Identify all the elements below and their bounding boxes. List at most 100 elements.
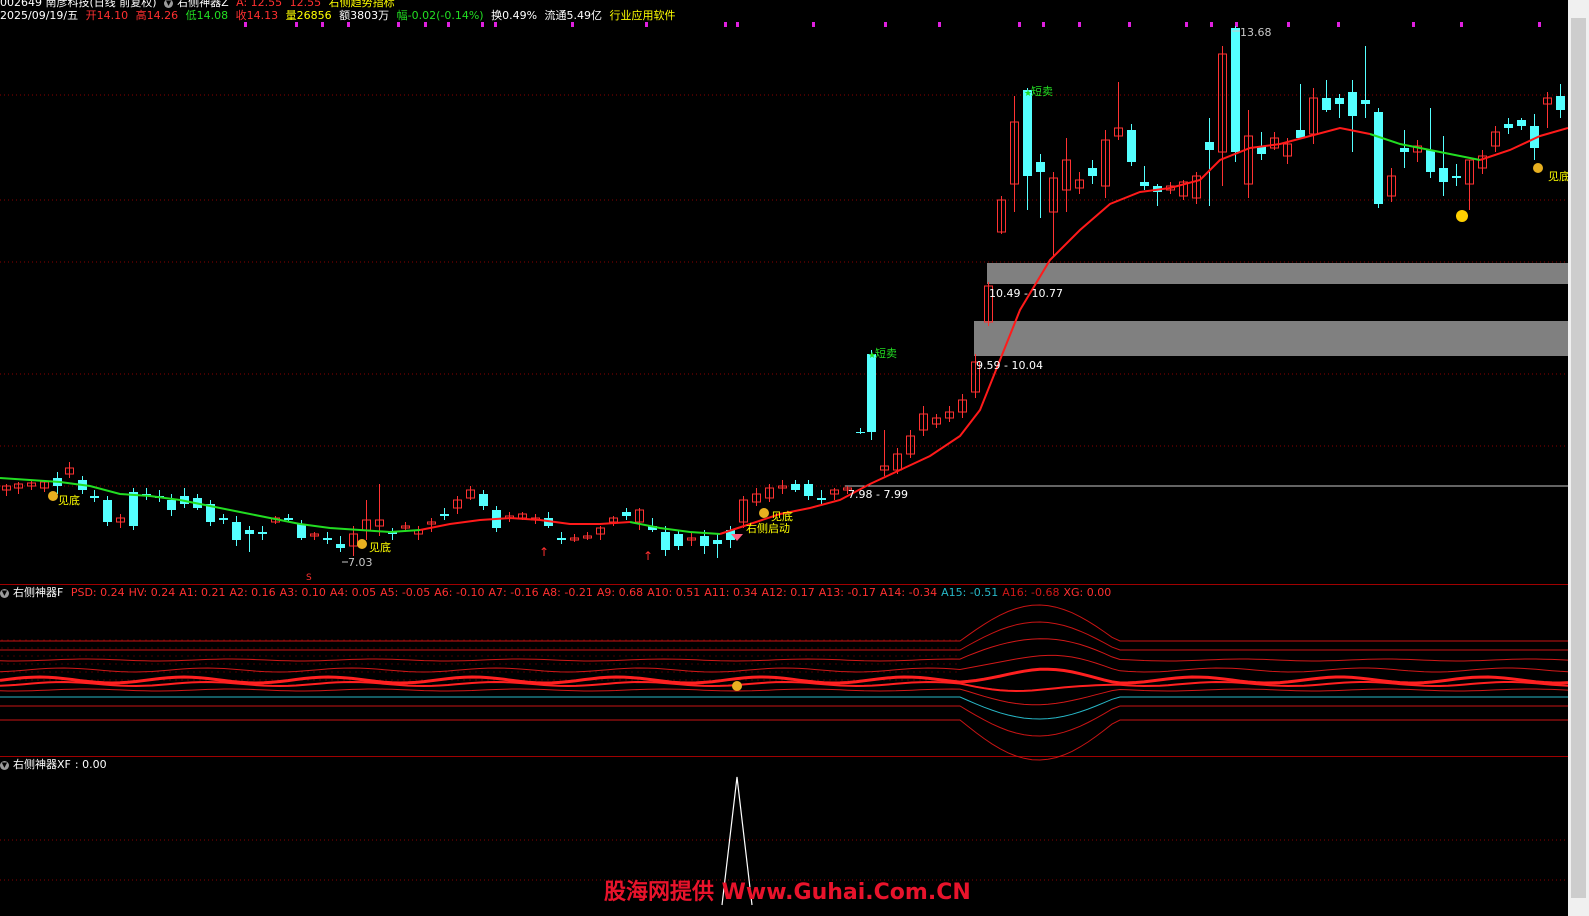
candle-body-22 bbox=[284, 518, 293, 520]
close-value: 收14.13 bbox=[235, 9, 279, 22]
candle-body-25 bbox=[323, 538, 332, 540]
candle-body-84 bbox=[1088, 168, 1097, 176]
magenta-marker-9 bbox=[571, 22, 574, 27]
f-panel-value-11: A10: 0.51 bbox=[647, 586, 701, 599]
candle-body-108 bbox=[1400, 148, 1409, 152]
f-panel-value-8: A7: -0.16 bbox=[488, 586, 539, 599]
short-sell-label-1: 短卖 bbox=[1031, 85, 1053, 98]
date-label: 2025/09/19/五 bbox=[0, 9, 79, 22]
candle-body-10 bbox=[129, 492, 138, 526]
candle-body-52 bbox=[674, 534, 683, 546]
xf-panel-menu-icon[interactable]: ▼ bbox=[0, 760, 9, 770]
f-panel-value-10: A9: 0.68 bbox=[596, 586, 644, 599]
f-panel-value-4: A3: 0.10 bbox=[279, 586, 326, 599]
chart-stage[interactable]: ★ ★ ↑ ↑ 002649 南彦科技(日线 前复权) ▼ 右侧神器Z A: 12.55… bbox=[0, 0, 1570, 916]
candle-body-112 bbox=[1452, 176, 1461, 178]
candle-body-102 bbox=[1322, 98, 1331, 110]
f-panel-value-1: HV: 0.24 bbox=[128, 586, 176, 599]
candle-body-105 bbox=[1361, 100, 1370, 104]
magenta-marker-27 bbox=[1538, 22, 1541, 27]
industry-link[interactable]: 行业应用软件 bbox=[610, 9, 676, 22]
ma-line-green-2 bbox=[629, 521, 721, 535]
high-value: 高14.26 bbox=[135, 9, 179, 22]
f-panel-value-16: A15: -0.51 bbox=[941, 586, 999, 599]
f-band-upper-3 bbox=[0, 654, 1568, 673]
ma-line-green-3 bbox=[1369, 133, 1481, 161]
candle-body-104 bbox=[1348, 92, 1357, 116]
magenta-marker-3 bbox=[347, 22, 350, 27]
money-bag-icon-4 bbox=[732, 681, 742, 691]
f-panel-value-7: A6: -0.10 bbox=[434, 586, 485, 599]
change-value: 幅-0.02(-0.14%) bbox=[396, 9, 484, 22]
f-panel-header: ▼ 右侧神器F PSD: 0.24 HV: 0.24 A1: 0.21 A2: 0.16… bbox=[0, 586, 1119, 599]
f-panel-value-3: A2: 0.16 bbox=[229, 586, 276, 599]
f-panel-value-17: A16: -0.68 bbox=[1002, 586, 1060, 599]
candle-body-43 bbox=[557, 538, 566, 540]
chart-canvas[interactable]: ★★↑ ↑ bbox=[0, 0, 1568, 916]
vertical-scrollbar[interactable] bbox=[1568, 0, 1589, 916]
candle-body-80 bbox=[1036, 162, 1045, 172]
magenta-marker-4 bbox=[397, 22, 400, 27]
magenta-marker-2 bbox=[321, 22, 324, 27]
magenta-marker-14 bbox=[884, 22, 887, 27]
header-line-1: 002649 南彦科技(日线 前复权) ▼ 右侧神器Z A: 12.55 12.5… bbox=[0, 0, 399, 9]
candle-body-95 bbox=[1231, 28, 1240, 152]
magenta-marker-6 bbox=[447, 22, 450, 27]
indicator-a-value: A: 12.55 bbox=[236, 0, 283, 9]
indicator-name[interactable]: 右侧神器Z bbox=[177, 0, 229, 9]
candle-body-103 bbox=[1335, 98, 1344, 104]
magenta-marker-5 bbox=[424, 22, 427, 27]
candle-body-8 bbox=[103, 500, 112, 522]
magenta-marker-16 bbox=[1018, 22, 1021, 27]
magenta-marker-26 bbox=[1460, 22, 1463, 27]
f-band-cyan bbox=[0, 696, 1568, 720]
candle-body-117 bbox=[1517, 120, 1526, 126]
f-panel-value-15: A14: -0.34 bbox=[879, 586, 938, 599]
candle-body-87 bbox=[1127, 130, 1136, 162]
candle-body-26 bbox=[336, 544, 345, 548]
candle-body-7 bbox=[90, 496, 99, 498]
candle-body-93 bbox=[1205, 142, 1214, 150]
magenta-marker-13 bbox=[812, 22, 815, 27]
watermark: 股海网提供 Www.Guhai.Com.CN bbox=[604, 880, 971, 905]
magenta-marker-15 bbox=[938, 22, 941, 27]
f-band-bottom bbox=[0, 719, 1568, 761]
f-panel-value-6: A5: -0.05 bbox=[380, 586, 431, 599]
f-panel-menu-icon[interactable]: ▼ bbox=[0, 588, 9, 598]
candle-body-88 bbox=[1140, 182, 1149, 186]
f-panel-value-13: A12: 0.17 bbox=[761, 586, 815, 599]
f-panel-value-2: A1: 0.21 bbox=[179, 586, 226, 599]
f-band-top bbox=[0, 604, 1568, 642]
volume-value: 量26856 bbox=[285, 9, 332, 22]
candle-body-106 bbox=[1374, 112, 1383, 204]
smiley-icon bbox=[1456, 210, 1468, 222]
candle-body-54 bbox=[700, 536, 709, 546]
scrollbar-thumb[interactable] bbox=[1571, 18, 1586, 898]
magenta-marker-11 bbox=[724, 22, 727, 27]
xf-panel-value: : 0.00 bbox=[74, 758, 107, 771]
low-value: 低14.08 bbox=[185, 9, 229, 22]
f-panel-title[interactable]: 右侧神器F bbox=[13, 586, 63, 599]
candle-body-13 bbox=[167, 500, 176, 510]
magenta-marker-1 bbox=[295, 22, 298, 27]
support-line-label: 7.98 - 7.99 bbox=[848, 488, 908, 501]
magenta-marker-10 bbox=[645, 22, 648, 27]
candle-body-67 bbox=[867, 354, 876, 432]
money-bag-icon-3 bbox=[1533, 163, 1543, 173]
f-band-center bbox=[0, 667, 1568, 685]
xf-panel-title[interactable]: 右侧神器XF bbox=[13, 758, 71, 771]
up-arrow-icon-1: ↑ bbox=[539, 545, 549, 559]
magenta-marker-21 bbox=[1210, 22, 1213, 27]
f-panel-value-0: PSD: 0.24 bbox=[70, 586, 125, 599]
open-value: 开14.10 bbox=[85, 9, 129, 22]
indicator-menu-icon[interactable]: ▼ bbox=[164, 0, 174, 8]
f-panel-value-12: A11: 0.34 bbox=[704, 586, 758, 599]
candle-body-61 bbox=[791, 484, 800, 490]
magenta-marker-20 bbox=[1185, 22, 1188, 27]
magenta-marker-19 bbox=[1128, 22, 1131, 27]
magenta-marker-18 bbox=[1078, 22, 1081, 27]
magenta-marker-25 bbox=[1412, 22, 1415, 27]
magenta-marker-12 bbox=[736, 22, 739, 27]
candle-body-20 bbox=[258, 532, 267, 534]
candle-body-63 bbox=[817, 498, 826, 500]
